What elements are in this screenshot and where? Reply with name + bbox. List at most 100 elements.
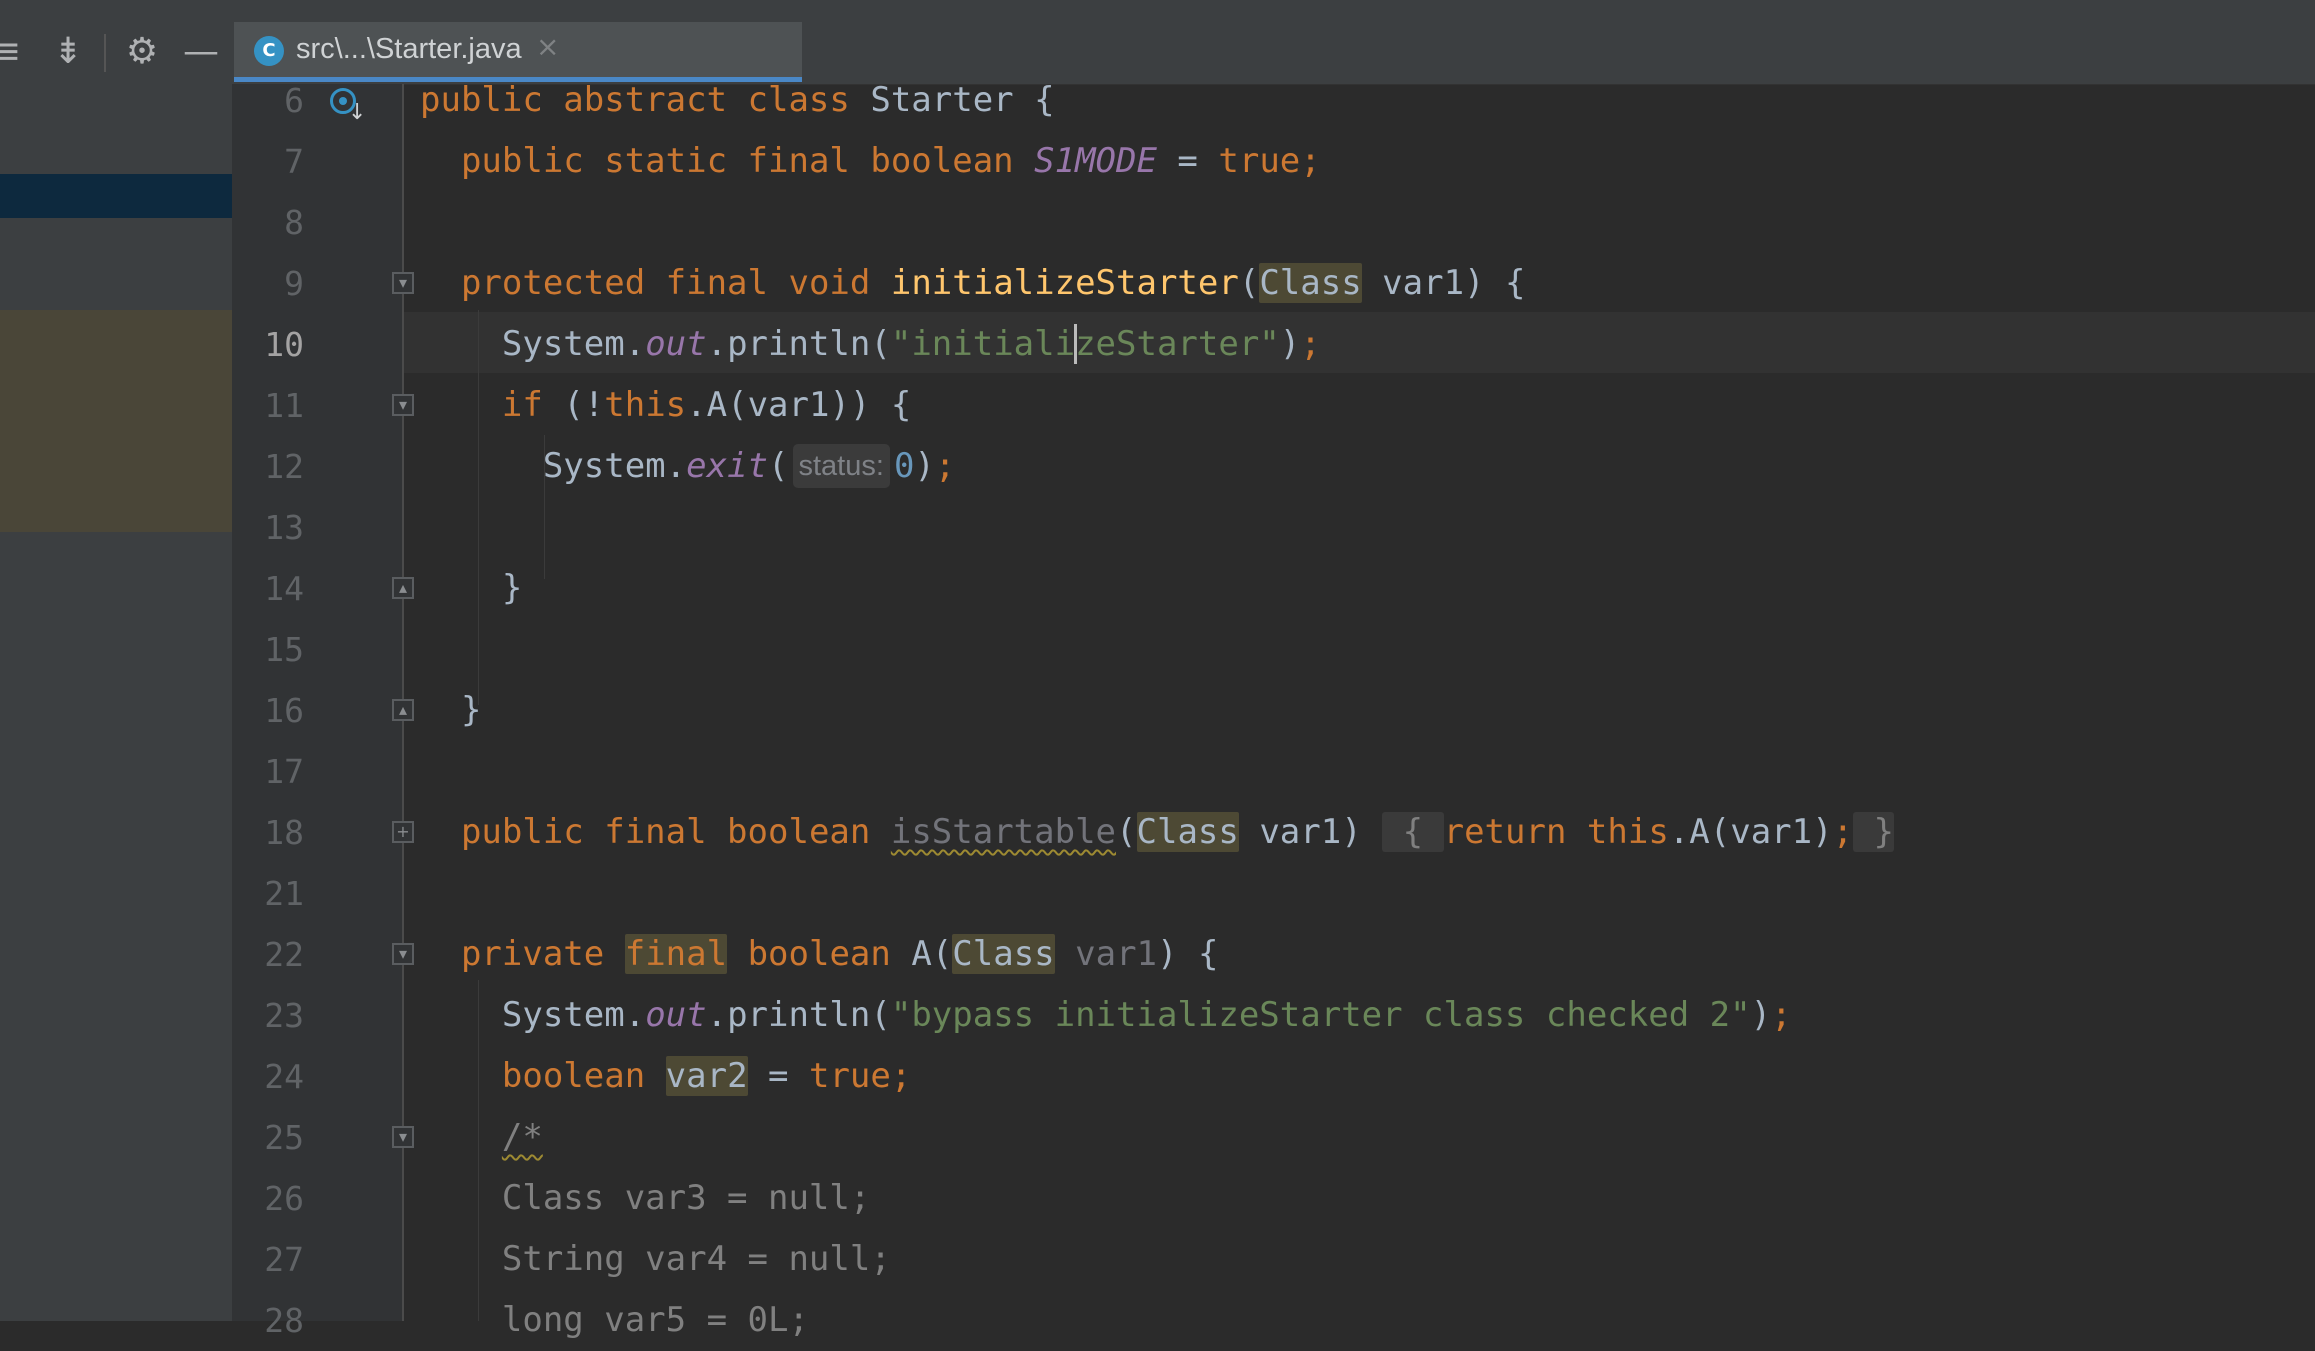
code-semicolon: ;: [1300, 324, 1321, 364]
code-static-field: out: [645, 995, 707, 1035]
code-semicolon: ;: [1300, 141, 1321, 181]
code-keyword: public final boolean: [460, 812, 871, 852]
toolbar-separator: [104, 34, 106, 72]
down-arrow-icon: ↓: [348, 100, 367, 125]
code-type-highlight: Class: [1136, 812, 1239, 852]
code-text: .println(: [706, 324, 891, 364]
code-text: var1): [1238, 812, 1383, 852]
code-comment: String var4 = null;: [501, 1239, 891, 1279]
code-brace: }: [501, 568, 523, 608]
code-text: ): [1750, 995, 1772, 1035]
gear-icon[interactable]: ⚙: [122, 32, 162, 72]
line-number: 24: [264, 1057, 304, 1096]
code-keyword: public static final boolean: [460, 141, 1014, 181]
minimize-icon[interactable]: —: [181, 32, 221, 72]
code-text: .A(var1)) {: [686, 385, 912, 425]
code-text: .A(var1): [1668, 812, 1833, 852]
line-number: 9: [284, 264, 304, 303]
code-semicolon: ;: [934, 446, 956, 486]
code-text: (: [1116, 812, 1137, 852]
line-number: 7: [284, 142, 304, 181]
code-static-method: exit: [686, 446, 769, 486]
project-tree-highlight: [0, 310, 232, 532]
close-icon[interactable]: ×: [536, 30, 559, 63]
line-number: 11: [264, 386, 304, 425]
fold-marker-icon[interactable]: ▾: [392, 1126, 414, 1148]
project-tree-selected-row[interactable]: [0, 174, 232, 218]
code-text: Starter {: [849, 80, 1055, 120]
code-keyword: boolean: [747, 934, 891, 974]
code-keyword: public abstract class: [420, 80, 850, 120]
code-text: var1) {: [1361, 263, 1526, 303]
code-text: ): [1279, 324, 1301, 364]
code-type-highlight: Class: [1259, 263, 1362, 303]
code-semicolon: ;: [890, 1056, 912, 1096]
line-number: 17: [264, 752, 304, 791]
code-keyword: protected final void: [460, 263, 871, 303]
code-line-22: private final boolean A(Class var1) {: [420, 924, 1218, 985]
line-number: 18: [264, 813, 304, 852]
code-unused-parameter: var1: [1075, 934, 1158, 974]
code-line-27: String var4 = null;: [420, 1229, 891, 1290]
line-number: 25: [264, 1118, 304, 1157]
code-line-7: public static final boolean S1MODE = tru…: [420, 131, 1321, 192]
code-text: System.: [542, 446, 687, 486]
java-class-icon: C: [254, 36, 284, 66]
line-number: 12: [264, 447, 304, 486]
code-text: .println(: [706, 995, 891, 1035]
line-number: 26: [264, 1179, 304, 1218]
code-line-6: public abstract class Starter {: [420, 70, 1055, 131]
collapse-all-icon[interactable]: ⇟: [48, 32, 88, 72]
code-comment: long var5 = 0L;: [501, 1300, 809, 1340]
fold-marker-icon[interactable]: ▴: [392, 577, 414, 599]
code-static-field: out: [645, 324, 707, 364]
code-line-25: /*: [420, 1107, 543, 1168]
code-variable-highlight: var2: [665, 1056, 748, 1096]
fold-marker-icon[interactable]: ▾: [392, 943, 414, 965]
code-constant: S1MODE: [1034, 141, 1157, 181]
expand-all-icon[interactable]: ≡: [0, 32, 26, 72]
code-text: ) {: [1157, 934, 1219, 974]
code-text: (: [768, 446, 789, 486]
code-semicolon: ;: [1771, 995, 1792, 1035]
code-line-10: System.out.println("initializeStarter");: [420, 314, 1321, 375]
folded-region-start[interactable]: {: [1382, 812, 1444, 852]
code-brace: }: [1873, 812, 1895, 852]
line-number: 23: [264, 996, 304, 1035]
folded-region-end[interactable]: }: [1853, 812, 1895, 852]
code-comment: Class var3 = null;: [501, 1178, 871, 1218]
code-text: ): [914, 446, 935, 486]
code-line-9: protected final void initializeStarter(C…: [420, 253, 1525, 314]
tab-label: src\...\Starter.java: [296, 33, 522, 65]
code-string: zeStarter": [1075, 324, 1280, 364]
fold-marker-icon[interactable]: ▾: [392, 394, 414, 416]
code-keyword: boolean: [501, 1056, 646, 1096]
code-text: (: [1238, 263, 1260, 303]
code-text: =: [747, 1056, 809, 1096]
window-top-strip: [0, 0, 2315, 23]
line-number: 21: [264, 874, 304, 913]
text-caret: [1073, 323, 1077, 364]
code-line-16: }: [420, 680, 481, 741]
code-line-12: System.exit(status: 0);: [420, 436, 955, 497]
project-toolbar: ≡ ⇟ ⚙ —: [0, 22, 232, 85]
line-number: 22: [264, 935, 304, 974]
code-text: A(: [890, 934, 953, 974]
expand-fold-icon[interactable]: +: [392, 821, 414, 843]
line-number: 27: [264, 1240, 304, 1279]
code-method-name-unused: isStartable: [890, 812, 1117, 852]
code-keyword-highlight: final: [624, 934, 728, 974]
code-keyword: this: [1586, 812, 1669, 852]
fold-marker-icon[interactable]: ▾: [392, 272, 414, 294]
code-keyword: if: [501, 385, 543, 425]
code-keyword: true: [1218, 141, 1301, 181]
fold-marker-icon[interactable]: ▴: [392, 699, 414, 721]
code-line-23: System.out.println("bypass initializeSta…: [420, 985, 1792, 1046]
code-line-14: }: [420, 558, 522, 619]
code-type-highlight: Class: [952, 934, 1055, 974]
line-number: 13: [264, 508, 304, 547]
code-brace: }: [460, 690, 482, 730]
line-number: 6: [284, 81, 304, 120]
project-panel: [0, 84, 233, 1321]
line-number: 8: [284, 203, 304, 242]
